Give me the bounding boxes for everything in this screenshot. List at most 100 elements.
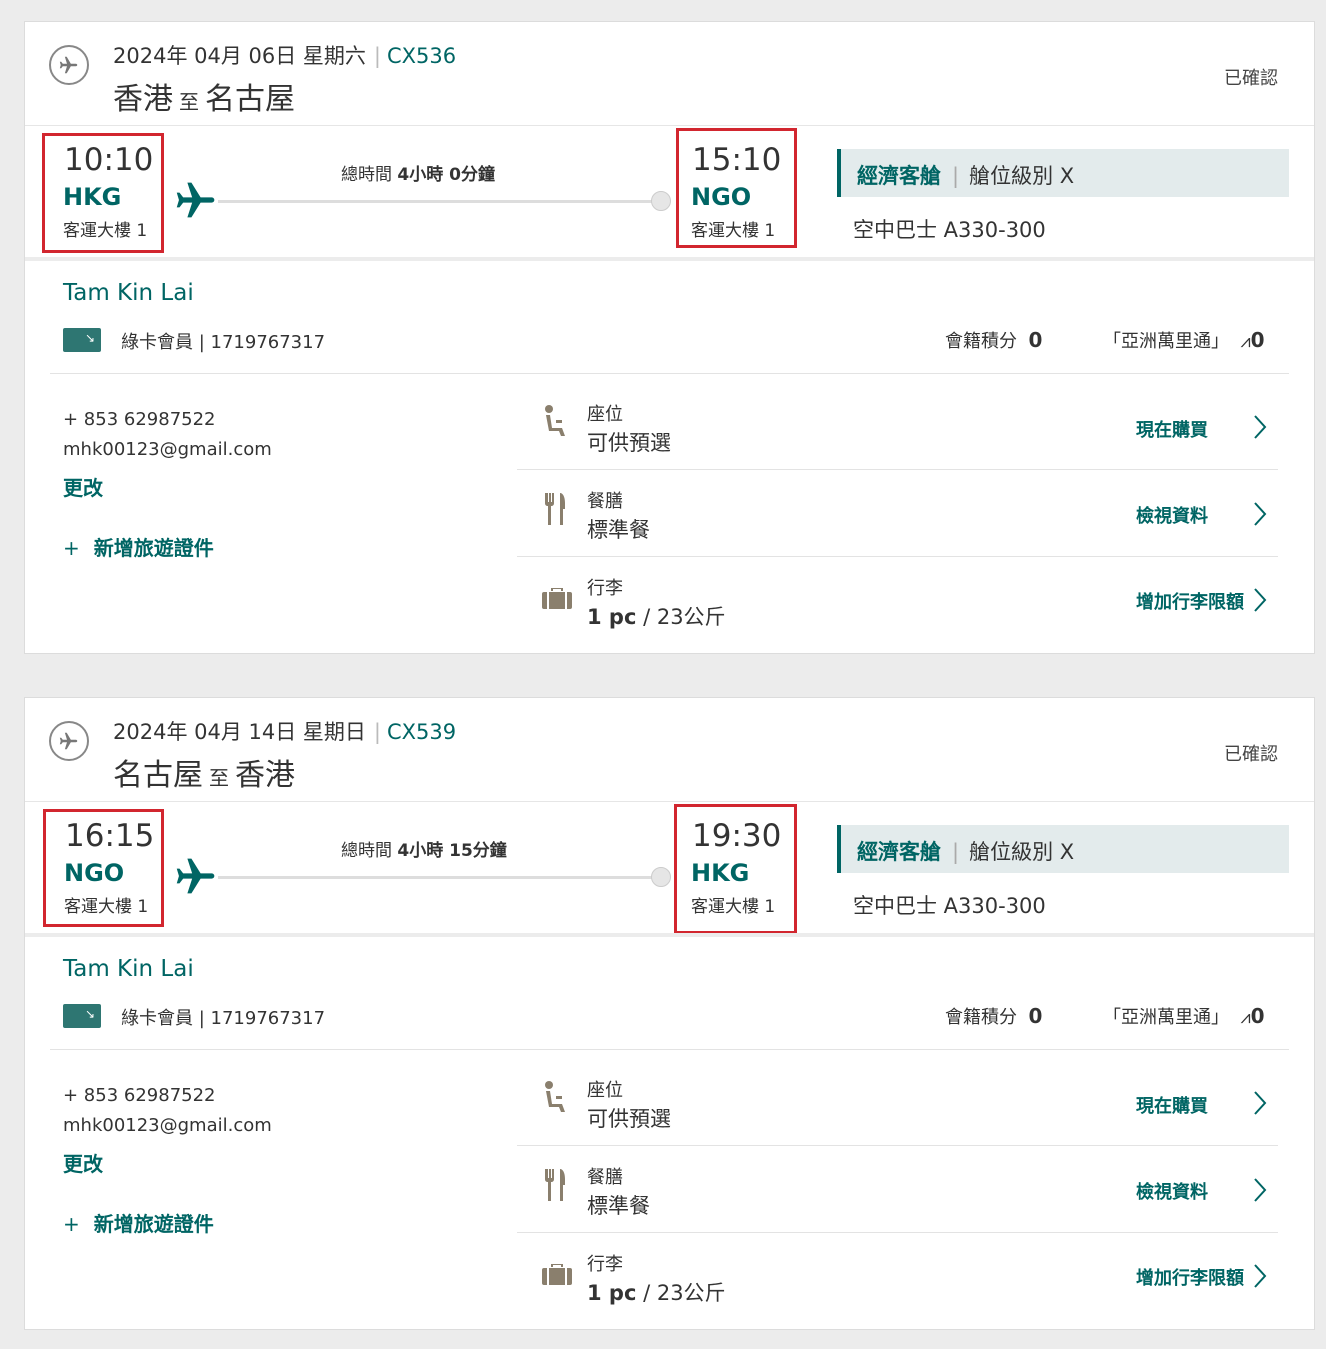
- section-separator: [25, 933, 1314, 937]
- departure-time: 16:15: [65, 818, 155, 854]
- plus-icon: +: [63, 1212, 80, 1236]
- cabin-name: 經濟客艙: [857, 164, 941, 188]
- add-baggage-button[interactable]: 增加行李限額: [1136, 588, 1244, 614]
- flight-icon: [49, 45, 89, 85]
- arrival-terminal: 客運大樓 1: [691, 897, 776, 917]
- passenger-name: Tam Kin Lai: [63, 280, 194, 306]
- buy-seat-button[interactable]: 現在購買: [1136, 1092, 1208, 1118]
- meal-label: 餐膳: [587, 1167, 623, 1188]
- arrival-dot: [651, 867, 671, 887]
- departure-terminal: 客運大樓 1: [64, 897, 149, 917]
- arrival-time: 15:10: [692, 142, 782, 178]
- meal-icon: [542, 1168, 570, 1206]
- add-travel-document-link[interactable]: + 新增旅遊證件: [63, 1208, 214, 1237]
- cabin-banner: 經濟客艙 | 艙位級別 X: [837, 825, 1289, 873]
- flight-number: CX539: [387, 720, 457, 744]
- chevron-right-icon[interactable]: [1250, 1090, 1270, 1116]
- flight-progress-line: [218, 876, 658, 879]
- status-points: 會籍積分 0: [945, 328, 1043, 352]
- add-travel-document-link[interactable]: + 新增旅遊證件: [63, 532, 214, 561]
- buy-seat-button[interactable]: 現在購買: [1136, 416, 1208, 442]
- contact-phone: + 853 62987522: [63, 1085, 216, 1106]
- membership-card-icon: ↘: [63, 1004, 101, 1028]
- flight-icon: [49, 721, 89, 761]
- arrival-airport-code: NGO: [691, 183, 752, 211]
- arrival-time: 19:30: [692, 818, 782, 854]
- baggage-icon: [542, 1263, 572, 1290]
- view-meal-button[interactable]: 檢視資料: [1136, 1178, 1208, 1204]
- view-meal-button[interactable]: 檢視資料: [1136, 502, 1208, 528]
- departure-airport-code: HKG: [63, 183, 122, 211]
- asia-miles: 「亞洲萬里通」 ⩘0: [1103, 328, 1265, 352]
- booking-class: | 艙位級別 X: [952, 840, 1075, 864]
- divider: [25, 801, 1314, 802]
- cabin-name: 經濟客艙: [857, 840, 941, 864]
- section-separator: [25, 257, 1314, 261]
- divider: [517, 1145, 1278, 1146]
- meal-value: 標準餐: [587, 518, 650, 542]
- flight-number: CX536: [387, 44, 457, 68]
- seat-icon: [542, 1080, 570, 1120]
- status-confirmed: 已確認: [1224, 744, 1278, 765]
- seat-label: 座位: [587, 404, 623, 425]
- add-baggage-button[interactable]: 增加行李限額: [1136, 1264, 1244, 1290]
- membership-info: 綠卡會員 | 1719767317: [121, 1008, 326, 1029]
- chevron-right-icon[interactable]: [1250, 1263, 1270, 1289]
- departure-box: 10:10 HKG 客運大樓 1: [42, 133, 164, 253]
- baggage-label: 行李: [587, 1254, 623, 1275]
- booking-class: | 艙位級別 X: [952, 164, 1075, 188]
- airplane-icon: [174, 854, 218, 902]
- divider: [50, 1049, 1289, 1050]
- flight-date: 2024年 04月 06日 星期六 | CX536: [113, 44, 457, 68]
- membership-info: 綠卡會員 | 1719767317: [121, 332, 326, 353]
- contact-phone: + 853 62987522: [63, 409, 216, 430]
- change-contact-link[interactable]: 更改: [63, 1148, 103, 1177]
- seat-value: 可供預選: [587, 1107, 671, 1131]
- flight-date: 2024年 04月 14日 星期日 | CX539: [113, 720, 457, 744]
- flight-card: 2024年 04月 06日 星期六 | CX536 香港至名古屋 已確認 10:10…: [24, 21, 1315, 654]
- membership-card-icon: ↘: [63, 328, 101, 352]
- baggage-label: 行李: [587, 578, 623, 599]
- aircraft-type: 空中巴士 A330-300: [853, 218, 1046, 242]
- plus-icon: +: [63, 536, 80, 560]
- seat-value: 可供預選: [587, 431, 671, 455]
- aircraft-type: 空中巴士 A330-300: [853, 894, 1046, 918]
- meal-icon: [542, 492, 570, 530]
- baggage-value: 1 pc / 23公斤: [587, 1281, 726, 1305]
- flight-progress-line: [218, 200, 658, 203]
- departure-time: 10:10: [64, 142, 154, 178]
- divider: [50, 373, 1289, 374]
- meal-value: 標準餐: [587, 1194, 650, 1218]
- divider: [517, 556, 1278, 557]
- seat-label: 座位: [587, 1080, 623, 1101]
- airplane-icon: [174, 178, 218, 226]
- departure-airport-code: NGO: [64, 859, 125, 887]
- asia-miles-icon: ⩘: [1240, 1007, 1251, 1028]
- chevron-right-icon[interactable]: [1250, 1177, 1270, 1203]
- divider: [517, 1232, 1278, 1233]
- total-duration: 總時間 4小時 15分鐘: [341, 841, 507, 861]
- chevron-right-icon[interactable]: [1250, 501, 1270, 527]
- status-points: 會籍積分 0: [945, 1004, 1043, 1028]
- arrival-box: 19:30 HKG 客運大樓 1: [674, 804, 797, 934]
- chevron-right-icon[interactable]: [1250, 587, 1270, 613]
- baggage-value: 1 pc / 23公斤: [587, 605, 726, 629]
- chevron-right-icon[interactable]: [1250, 414, 1270, 440]
- arrival-airport-code: HKG: [691, 859, 750, 887]
- passenger-name: Tam Kin Lai: [63, 956, 194, 982]
- flight-card: 2024年 04月 14日 星期日 | CX539 名古屋至香港 已確認 16:15…: [24, 697, 1315, 1330]
- contact-email: mhk00123@gmail.com: [63, 439, 272, 460]
- meal-label: 餐膳: [587, 491, 623, 512]
- contact-email: mhk00123@gmail.com: [63, 1115, 272, 1136]
- divider: [25, 125, 1314, 126]
- divider: [517, 469, 1278, 470]
- arrival-terminal: 客運大樓 1: [691, 221, 776, 241]
- status-confirmed: 已確認: [1224, 68, 1278, 89]
- arrival-box: 15:10 NGO 客運大樓 1: [676, 128, 797, 248]
- asia-miles-icon: ⩘: [1240, 331, 1251, 352]
- route-title: 名古屋至香港: [113, 758, 295, 793]
- change-contact-link[interactable]: 更改: [63, 472, 103, 501]
- seat-icon: [542, 404, 570, 444]
- departure-box: 16:15 NGO 客運大樓 1: [43, 809, 164, 927]
- arrival-dot: [651, 191, 671, 211]
